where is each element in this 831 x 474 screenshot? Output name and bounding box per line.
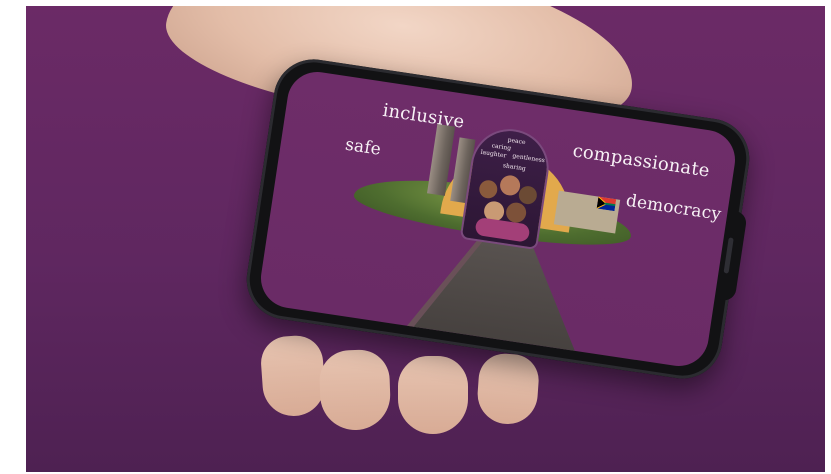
finger-1 [259,333,327,419]
word-democracy: democracy [624,190,723,225]
finger-4 [475,351,541,427]
photo-scene: peace caring laughter gentleness sharing [26,6,825,472]
smartphone: peace caring laughter gentleness sharing [241,53,755,385]
finger-3 [398,356,468,434]
finger-2 [318,348,392,432]
person [517,184,539,206]
arch-words: peace caring laughter gentleness sharing [478,132,551,173]
south-africa-flag-icon [596,196,617,212]
phone-screen: peace caring laughter gentleness sharing [256,67,740,371]
word-inclusive: inclusive [381,99,466,133]
word-compassionate: compassionate [571,140,712,182]
word-safe: safe [343,134,383,160]
person [478,179,499,200]
arch-word-sharing: sharing [502,162,527,173]
arch-word-gentleness: gentleness [511,152,546,165]
people-group [467,168,542,243]
